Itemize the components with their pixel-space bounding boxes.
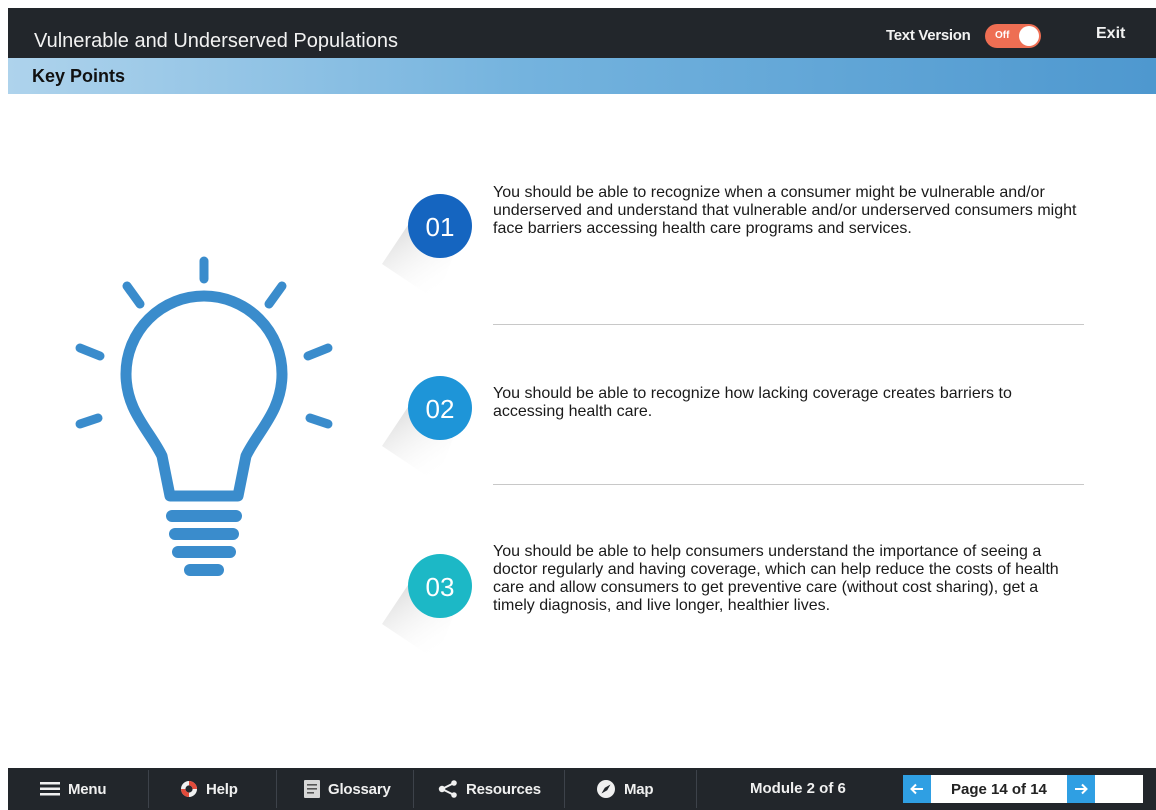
toggle-knob bbox=[1019, 26, 1039, 46]
map-label: Map bbox=[624, 780, 654, 798]
divider-2 bbox=[493, 484, 1084, 485]
key-point-number-1: 01 bbox=[426, 212, 455, 242]
key-point-badge-1: 01 bbox=[382, 194, 472, 300]
help-label: Help bbox=[206, 780, 238, 798]
module-indicator: Module 2 of 6 bbox=[750, 780, 846, 797]
map-button[interactable]: Map bbox=[596, 768, 654, 810]
arrow-left-icon bbox=[910, 783, 923, 795]
course-title: Vulnerable and Underserved Populations bbox=[34, 30, 398, 52]
nav-separator bbox=[413, 770, 414, 808]
compass-icon bbox=[597, 780, 615, 798]
menu-button[interactable]: Menu bbox=[40, 768, 107, 810]
header-bar: Vulnerable and Underserved Populations T… bbox=[8, 8, 1156, 58]
exit-button[interactable]: Exit bbox=[1096, 25, 1125, 43]
divider-1 bbox=[493, 324, 1084, 325]
nav-separator bbox=[564, 770, 565, 808]
key-point-text-3: You should be able to help consumers und… bbox=[493, 543, 1059, 614]
key-point-text-1: You should be able to recognize when a c… bbox=[493, 184, 1077, 237]
previous-page-button[interactable] bbox=[903, 775, 931, 803]
arrow-right-icon bbox=[1075, 783, 1088, 795]
glossary-button[interactable]: Glossary bbox=[304, 768, 391, 810]
hamburger-icon bbox=[40, 782, 60, 796]
glossary-label: Glossary bbox=[328, 780, 391, 798]
resources-label: Resources bbox=[466, 780, 541, 798]
toggle-state-label: Off bbox=[995, 30, 1010, 41]
key-point-number-3: 03 bbox=[426, 572, 455, 602]
resources-button[interactable]: Resources bbox=[438, 768, 541, 810]
key-point-number-2: 02 bbox=[426, 394, 455, 424]
key-point-badge-3: 03 bbox=[382, 554, 472, 660]
key-point-badge-2: 02 bbox=[382, 376, 472, 482]
nav-separator bbox=[148, 770, 149, 808]
footer-nav: Menu Help Glossary Resources Map Module … bbox=[8, 768, 1156, 810]
section-title: Key Points bbox=[32, 66, 126, 86]
key-point-text-2: You should be able to recognize how lack… bbox=[493, 385, 1012, 420]
section-bar: Key Points bbox=[8, 58, 1156, 94]
lifebuoy-icon bbox=[181, 781, 197, 797]
page-indicator: Page 14 of 14 bbox=[951, 781, 1047, 798]
glossary-icon bbox=[304, 780, 320, 798]
text-version-label: Text Version bbox=[886, 27, 971, 44]
share-icon bbox=[438, 780, 457, 798]
page-navigator: Page 14 of 14 bbox=[903, 775, 1143, 803]
menu-label: Menu bbox=[68, 780, 107, 798]
nav-separator bbox=[276, 770, 277, 808]
text-version-toggle[interactable]: Off bbox=[985, 24, 1041, 48]
lightbulb-icon bbox=[75, 256, 333, 576]
nav-separator bbox=[696, 770, 697, 808]
help-button[interactable]: Help bbox=[180, 768, 238, 810]
course-player: Vulnerable and Underserved Populations T… bbox=[8, 8, 1156, 810]
next-page-button[interactable] bbox=[1067, 775, 1095, 803]
